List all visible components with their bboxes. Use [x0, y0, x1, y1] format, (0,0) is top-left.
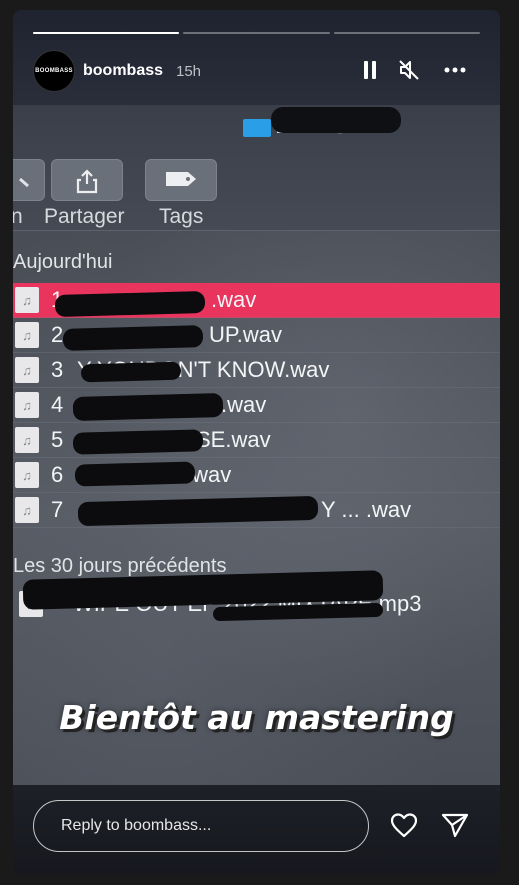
timestamp: 15h — [176, 63, 202, 80]
checkmark-icon — [19, 177, 29, 188]
audio-file-icon: ♫ — [15, 322, 39, 348]
reply-field[interactable] — [33, 800, 369, 852]
tags-button — [145, 159, 217, 201]
folder-icon — [243, 119, 271, 137]
send-icon — [441, 813, 469, 838]
progress-segment — [33, 32, 180, 34]
audio-file-icon: ♫ — [15, 497, 39, 523]
toolbar-button-partial — [13, 159, 45, 201]
redaction-scribble — [80, 361, 182, 383]
redaction-scribble — [54, 291, 206, 317]
file-number: 7 — [51, 497, 64, 522]
more-icon — [444, 67, 466, 73]
file-number: 6 — [51, 462, 64, 487]
file-number: 4 — [51, 392, 64, 417]
avatar[interactable]: BOOMBASS — [33, 50, 75, 92]
pause-icon — [364, 61, 376, 79]
redaction-scribble — [74, 461, 196, 487]
audio-file-icon: ♫ — [15, 427, 39, 453]
share-icon — [76, 169, 98, 194]
progress-segment — [333, 32, 480, 34]
progress-segment — [183, 32, 330, 34]
heart-icon — [390, 813, 418, 838]
audio-file-icon: ♫ — [15, 462, 39, 488]
story-photo: EPNO M n Partager Tags — [13, 105, 500, 785]
muted-speaker-icon — [399, 60, 419, 80]
file-number: 5 — [51, 427, 64, 452]
file-name: SE.wav — [196, 427, 271, 452]
audio-file-icon: ♫ — [15, 357, 39, 383]
redaction-scribble — [271, 107, 401, 133]
finder-toolbar: EPNO M n Partager Tags — [13, 105, 500, 231]
redaction-scribble — [72, 393, 224, 421]
story-progress — [33, 32, 480, 34]
file-number: 3 — [51, 357, 64, 382]
tag-icon — [166, 172, 196, 186]
file-name: Y ... .wav — [321, 497, 412, 522]
reply-input[interactable] — [59, 816, 353, 836]
section-today: Aujourd'hui — [13, 251, 113, 273]
audio-file-icon: ♫ — [15, 287, 39, 313]
audio-file-icon: ♫ — [15, 392, 39, 418]
share-label: Partager — [44, 205, 125, 228]
pause-button[interactable] — [358, 58, 382, 82]
username[interactable]: boombass — [83, 62, 163, 80]
more-options-button[interactable] — [443, 58, 467, 82]
mute-button[interactable] — [397, 58, 421, 82]
share-button — [51, 159, 123, 201]
send-button[interactable] — [440, 810, 470, 840]
tags-label: Tags — [159, 205, 204, 228]
redaction-scribble — [72, 429, 204, 455]
story-viewer: EPNO M n Partager Tags — [13, 10, 500, 875]
story-caption: Bientôt au mastering — [59, 698, 454, 737]
file-name: .wav — [211, 287, 257, 312]
like-button[interactable] — [389, 810, 419, 840]
file-name: .wav — [221, 392, 267, 417]
redaction-scribble — [62, 325, 204, 351]
file-name: UP.wav — [209, 322, 282, 347]
toolbar-label-partial: n — [13, 205, 23, 228]
